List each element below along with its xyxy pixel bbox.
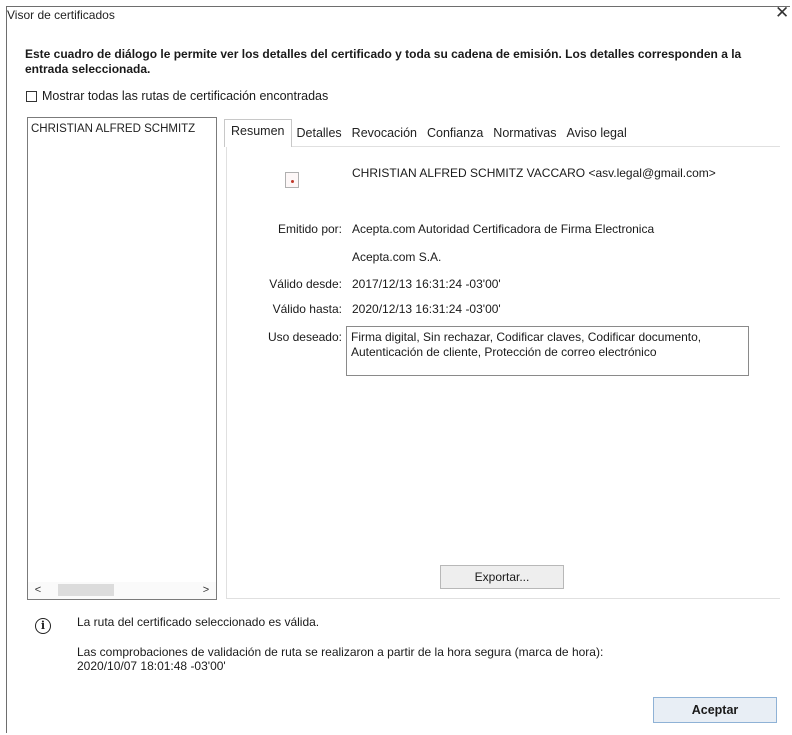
- scroll-right-icon[interactable]: >: [198, 582, 214, 599]
- usage-line-2: Autenticación de cliente, Protección de …: [351, 345, 657, 359]
- window-title: Visor de certificados: [7, 8, 115, 22]
- tree-item-certificate[interactable]: CHRISTIAN ALFRED SCHMITZ: [31, 123, 195, 135]
- certificate-document-icon: [285, 172, 299, 188]
- show-all-paths-label[interactable]: Mostrar todas las rutas de certificación…: [42, 89, 328, 103]
- info-icon: i: [35, 618, 51, 634]
- show-all-paths-row[interactable]: Mostrar todas las rutas de certificación…: [26, 88, 328, 104]
- scrollbar-thumb[interactable]: [58, 584, 114, 596]
- tab-normativas[interactable]: Normativas: [488, 121, 561, 147]
- tab-revocacion[interactable]: Revocación: [347, 121, 422, 147]
- usage-line-1: Firma digital, Sin rechazar, Codificar c…: [351, 330, 702, 344]
- issued-by-value-2: Acepta.com S.A.: [352, 250, 442, 264]
- tab-detalles[interactable]: Detalles: [292, 121, 347, 147]
- intro-text: Este cuadro de diálogo le permite ver lo…: [25, 47, 742, 76]
- certificate-tree[interactable]: CHRISTIAN ALFRED SCHMITZ < >: [27, 117, 217, 600]
- tab-resumen[interactable]: Resumen: [224, 119, 292, 147]
- validation-timestamp: 2020/10/07 18:01:48 -03'00': [77, 659, 226, 673]
- scroll-left-icon[interactable]: <: [30, 582, 46, 599]
- validation-note: Las comprobaciones de validación de ruta…: [77, 645, 604, 659]
- valid-from-value: 2017/12/13 16:31:24 -03'00': [352, 277, 501, 291]
- issued-by-label: Emitido por:: [277, 222, 342, 236]
- tab-confianza[interactable]: Confianza: [422, 121, 488, 147]
- certificate-subject: CHRISTIAN ALFRED SCHMITZ VACCARO <asv.le…: [352, 166, 716, 180]
- export-button[interactable]: Exportar...: [440, 565, 564, 589]
- usage-textbox[interactable]: Firma digital, Sin rechazar, Codificar c…: [346, 326, 749, 376]
- path-valid-message: La ruta del certificado seleccionado es …: [77, 615, 320, 629]
- usage-label: Uso deseado:: [267, 330, 342, 344]
- show-all-paths-checkbox[interactable]: [26, 90, 37, 102]
- valid-from-label: Válido desde:: [269, 277, 342, 291]
- valid-to-value: 2020/12/13 16:31:24 -03'00': [352, 302, 501, 316]
- tree-horizontal-scrollbar[interactable]: < >: [28, 582, 216, 599]
- valid-to-label: Válido hasta:: [272, 302, 342, 316]
- tab-strip: Resumen Detalles Revocación Confianza No…: [224, 119, 632, 147]
- issued-by-value-1: Acepta.com Autoridad Certificadora de Fi…: [352, 222, 655, 236]
- tab-aviso-legal[interactable]: Aviso legal: [562, 121, 632, 147]
- accept-button[interactable]: Aceptar: [653, 697, 777, 723]
- close-icon[interactable]: ✕: [775, 4, 789, 21]
